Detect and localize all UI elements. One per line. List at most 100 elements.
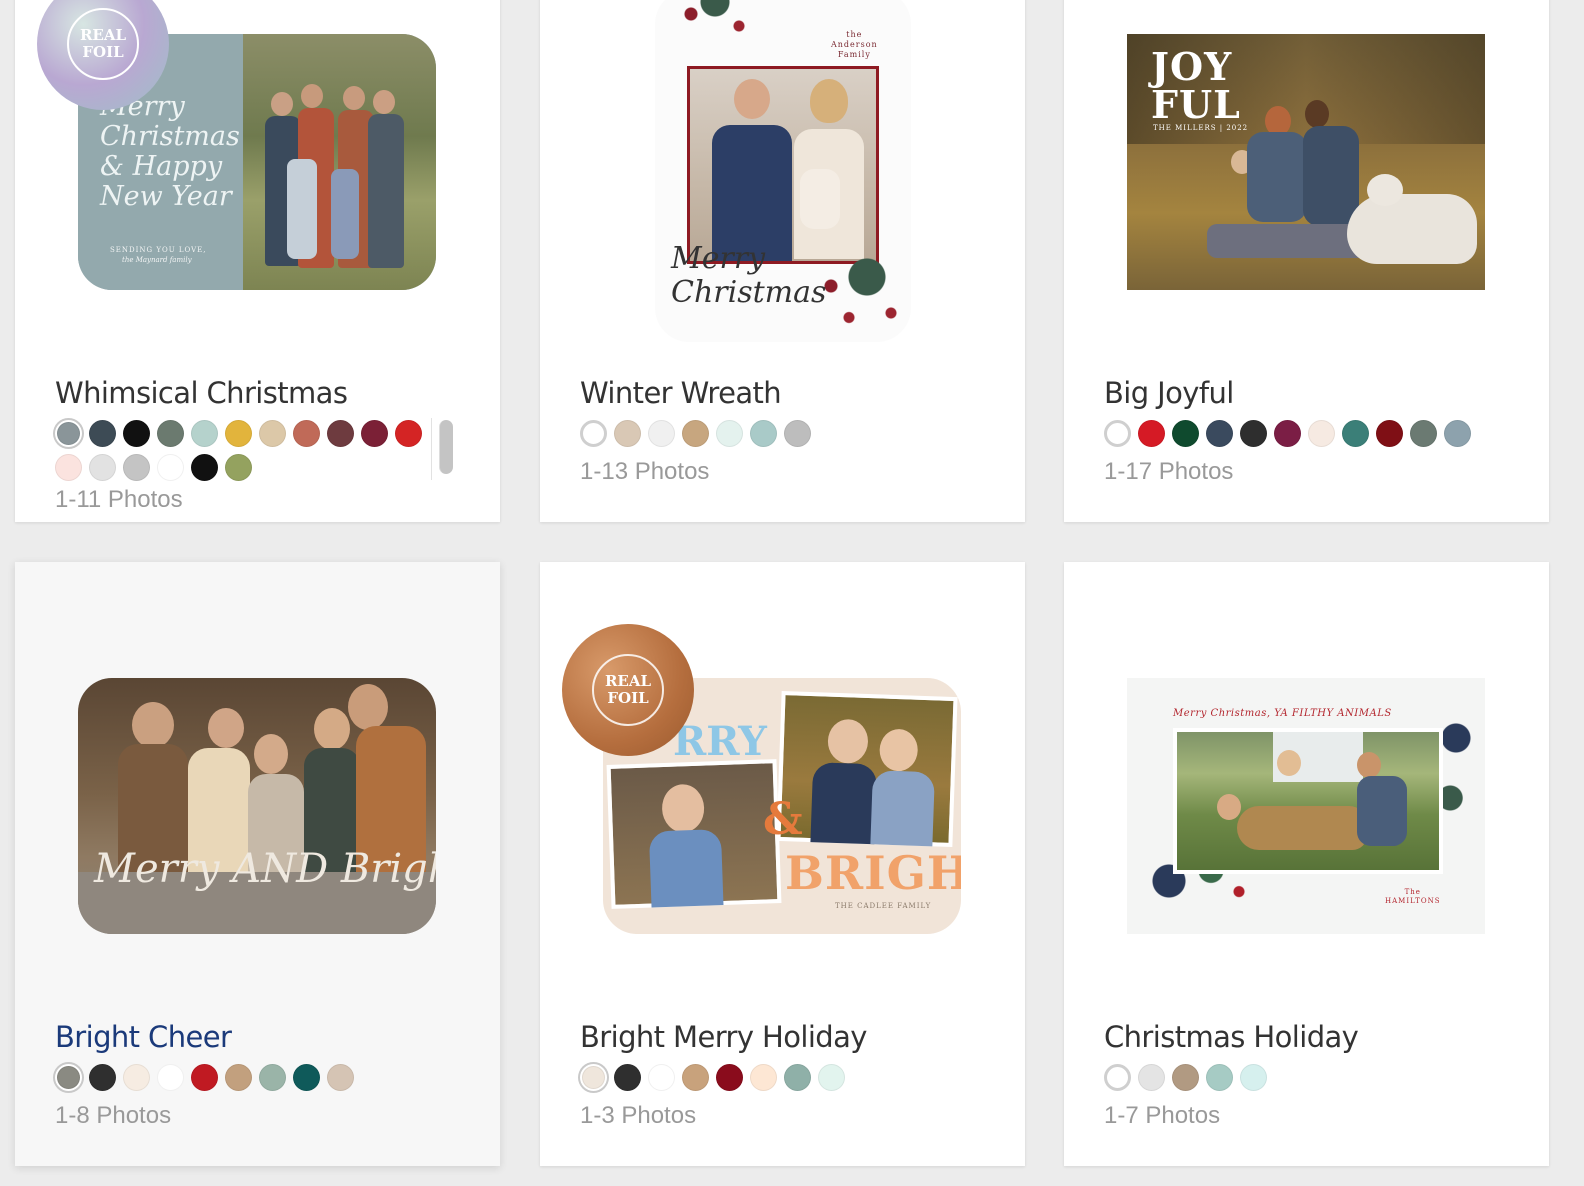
card-script-text: Merry AND Bright: [94, 846, 436, 892]
card-title[interactable]: Bright Cheer: [55, 1020, 232, 1054]
product-card-bright-merry-holiday[interactable]: RRY & BRIGHT THE CADLEE FAMILY REAL FOIL…: [540, 562, 1025, 1166]
card-title[interactable]: Bright Merry Holiday: [580, 1020, 867, 1054]
photo-count: 1-8 Photos: [55, 1102, 172, 1129]
color-swatch[interactable]: [259, 1064, 286, 1091]
color-swatch[interactable]: [157, 1064, 184, 1091]
color-swatch[interactable]: [225, 420, 252, 447]
card-word: RRY: [673, 718, 767, 765]
color-swatch[interactable]: [89, 420, 116, 447]
family-name-text: Family: [837, 50, 871, 59]
color-swatch[interactable]: [1172, 1064, 1199, 1091]
card-script-line: Christmas: [100, 121, 240, 152]
color-swatch[interactable]: [1240, 1064, 1267, 1091]
card-title[interactable]: Whimsical Christmas: [55, 376, 348, 410]
card-preview-image[interactable]: the Anderson Family Merry Christmas: [655, 0, 911, 342]
color-swatch[interactable]: [1444, 420, 1471, 447]
color-swatch[interactable]: [191, 420, 218, 447]
color-swatch[interactable]: [784, 1064, 811, 1091]
color-swatch[interactable]: [293, 420, 320, 447]
color-swatch[interactable]: [123, 420, 150, 447]
color-swatch[interactable]: [89, 1064, 116, 1091]
family-name-text: THE CADLEE FAMILY: [835, 902, 932, 910]
product-card-christmas-holiday[interactable]: Merry Christmas, YA FILTHY ANIMALS The H…: [1064, 562, 1549, 1166]
card-title[interactable]: Christmas Holiday: [1104, 1020, 1359, 1054]
color-swatch[interactable]: [191, 1064, 218, 1091]
color-swatch[interactable]: [157, 454, 184, 481]
color-swatch[interactable]: [1138, 420, 1165, 447]
swatch-scrollbar[interactable]: [439, 420, 453, 474]
card-footer-text: the Maynard family: [122, 256, 192, 264]
real-foil-badge: REAL FOIL: [562, 624, 694, 756]
color-swatch[interactable]: [123, 454, 150, 481]
color-swatch[interactable]: [614, 420, 641, 447]
color-swatch[interactable]: [157, 420, 184, 447]
color-swatch[interactable]: [580, 420, 607, 447]
color-swatch[interactable]: [225, 454, 252, 481]
badge-text: FOIL: [82, 43, 124, 61]
color-swatch[interactable]: [1206, 420, 1233, 447]
color-swatch[interactable]: [648, 1064, 675, 1091]
card-word: &: [763, 794, 803, 845]
color-swatch[interactable]: [259, 420, 286, 447]
badge-text: REAL: [79, 26, 127, 44]
color-swatch[interactable]: [89, 454, 116, 481]
color-swatch[interactable]: [648, 420, 675, 447]
color-swatch[interactable]: [123, 1064, 150, 1091]
color-swatch[interactable]: [55, 454, 82, 481]
photo-count: 1-13 Photos: [580, 458, 710, 485]
product-card-winter-wreath[interactable]: the Anderson Family Merry Christmas Wint…: [540, 0, 1025, 522]
color-swatch[interactable]: [57, 422, 80, 445]
color-swatch[interactable]: [395, 420, 422, 447]
color-swatch-list: [580, 420, 960, 447]
color-swatch[interactable]: [682, 1064, 709, 1091]
product-card-bright-cheer[interactable]: Merry AND Bright Bright Cheer 1-8 Photos: [15, 562, 500, 1166]
card-preview-image[interactable]: Merry AND Bright: [78, 678, 436, 934]
color-swatch[interactable]: [293, 1064, 320, 1091]
color-swatch[interactable]: [1308, 420, 1335, 447]
color-swatch[interactable]: [818, 1064, 845, 1091]
color-swatch[interactable]: [57, 1066, 80, 1089]
card-word: BRIGHT: [785, 846, 961, 900]
card-title[interactable]: Winter Wreath: [580, 376, 782, 410]
color-swatch[interactable]: [191, 454, 218, 481]
family-photo: [776, 690, 958, 848]
color-swatch[interactable]: [1104, 1064, 1131, 1091]
family-photo: [606, 759, 782, 909]
color-swatch[interactable]: [1104, 420, 1131, 447]
photo-count: 1-3 Photos: [580, 1102, 697, 1129]
color-swatch[interactable]: [750, 420, 777, 447]
family-photo: [1127, 34, 1485, 290]
color-swatch-list: [1104, 420, 1504, 447]
photo-count: 1-7 Photos: [1104, 1102, 1221, 1129]
color-swatch[interactable]: [1342, 420, 1369, 447]
color-swatch[interactable]: [327, 1064, 354, 1091]
product-card-whimsical-christmas[interactable]: Merry Christmas & Happy New Year SENDING…: [15, 0, 500, 522]
color-swatch[interactable]: [1138, 1064, 1165, 1091]
color-swatch[interactable]: [1410, 420, 1437, 447]
color-swatch[interactable]: [1376, 420, 1403, 447]
color-swatch[interactable]: [225, 1064, 252, 1091]
color-swatch[interactable]: [716, 1064, 743, 1091]
family-name-text: the: [846, 30, 863, 39]
card-preview-image[interactable]: JOY FUL THE MILLERS | 2022: [1127, 34, 1485, 290]
color-swatch[interactable]: [682, 420, 709, 447]
card-preview-image[interactable]: Merry Christmas, YA FILTHY ANIMALS The H…: [1127, 678, 1485, 934]
signature-text: HAMILTONS: [1385, 897, 1441, 905]
color-swatch[interactable]: [716, 420, 743, 447]
color-swatch[interactable]: [614, 1064, 641, 1091]
card-script-line: & Happy: [100, 151, 223, 182]
color-swatch[interactable]: [1206, 1064, 1233, 1091]
badge-text: REAL: [604, 672, 652, 690]
color-swatch[interactable]: [1274, 420, 1301, 447]
card-title[interactable]: Big Joyful: [1104, 376, 1234, 410]
color-swatch[interactable]: [1240, 420, 1267, 447]
color-swatch[interactable]: [750, 1064, 777, 1091]
photo-count: 1-11 Photos: [55, 486, 183, 513]
product-card-big-joyful[interactable]: JOY FUL THE MILLERS | 2022 Big Joyful 1-…: [1064, 0, 1549, 522]
color-swatch[interactable]: [361, 420, 388, 447]
color-swatch[interactable]: [1172, 420, 1199, 447]
color-swatch[interactable]: [784, 420, 811, 447]
color-swatch[interactable]: [582, 1066, 605, 1089]
badge-text: FOIL: [607, 689, 649, 707]
color-swatch[interactable]: [327, 420, 354, 447]
